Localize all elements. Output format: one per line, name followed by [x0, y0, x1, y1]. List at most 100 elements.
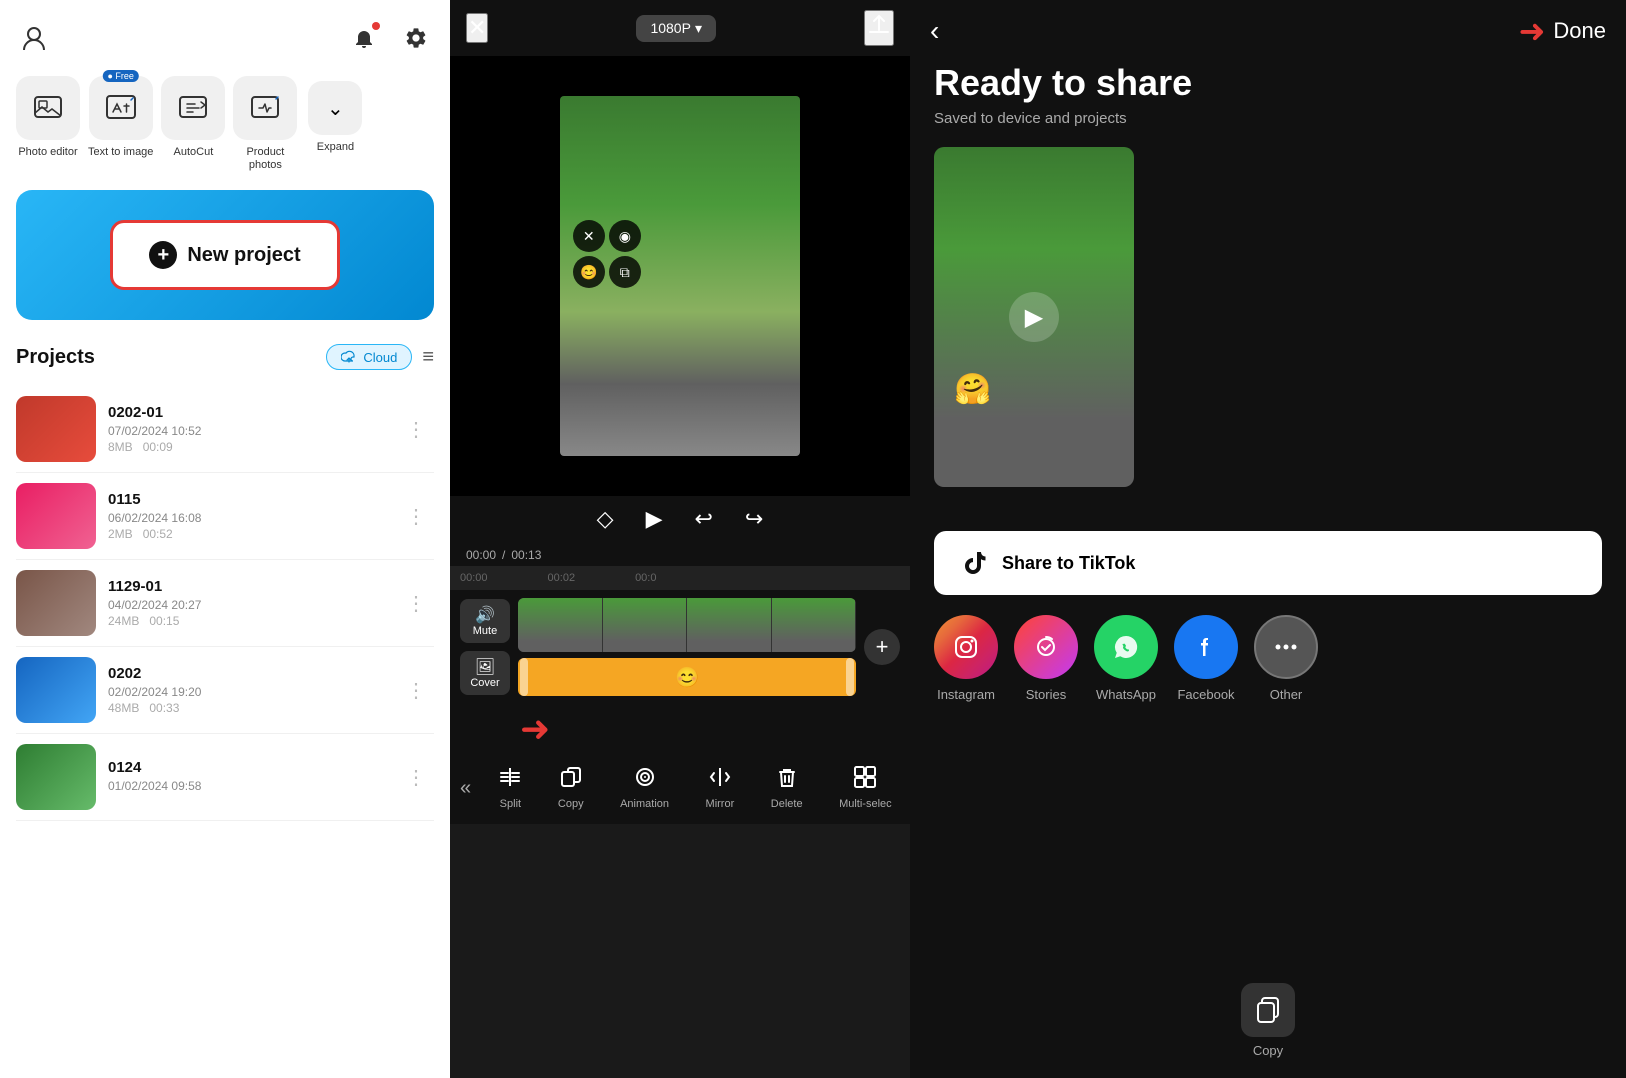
timeline-ruler: 00:00 00:02 00:0: [450, 566, 910, 590]
frame-thumb: [772, 598, 857, 652]
cover-button[interactable]: 🖼 Cover: [460, 651, 510, 695]
cloud-button[interactable]: Cloud: [326, 344, 412, 370]
preview-play-button[interactable]: ▶: [1009, 292, 1059, 342]
list-item[interactable]: 1129-01 04/02/2024 20:27 24MB 00:15 ⋮: [16, 560, 434, 647]
editor-panel: ✕ 1080P ▾ ✕ ◉ 😊 ⧉ ◇ ▶ ↩ ↪: [450, 0, 910, 1078]
projects-actions: Cloud ≡: [326, 344, 434, 370]
emoji-close-btn[interactable]: ✕: [573, 220, 605, 252]
preview-thumbnail: ▶ 🤗: [934, 147, 1134, 487]
share-whatsapp[interactable]: WhatsApp: [1094, 615, 1158, 702]
list-item[interactable]: 0202 02/02/2024 19:20 48MB 00:33 ⋮: [16, 647, 434, 734]
animation-icon: [634, 766, 656, 794]
split-tool[interactable]: Split: [499, 766, 521, 810]
project-date: 06/02/2024 16:08: [108, 511, 386, 525]
tool-photo-editor[interactable]: Photo editor: [16, 76, 80, 159]
delete-tool[interactable]: Delete: [771, 766, 803, 810]
multiselect-label: Multi-selec: [839, 798, 892, 810]
project-more-icon[interactable]: ⋮: [398, 674, 434, 707]
mirror-tool[interactable]: Mirror: [706, 766, 735, 810]
tiktok-label: Share to TikTok: [1002, 553, 1135, 574]
share-facebook[interactable]: Facebook: [1174, 615, 1238, 702]
emoji-track-sticker: 😊: [675, 665, 700, 690]
track-handle-left[interactable]: [520, 658, 528, 696]
undo-button[interactable]: ↩: [694, 506, 712, 532]
editor-toolbar: « Split: [450, 756, 910, 824]
project-meta: 48MB 00:33: [108, 701, 386, 715]
projects-header: Projects Cloud ≡: [16, 344, 434, 370]
project-name: 1129-01: [108, 578, 386, 595]
project-more-icon[interactable]: ⋮: [398, 587, 434, 620]
resolution-selector[interactable]: 1080P ▾: [636, 15, 716, 42]
copy-tool[interactable]: Copy: [558, 766, 584, 810]
export-button[interactable]: [864, 10, 894, 46]
new-project-label: New project: [187, 244, 300, 267]
project-thumbnail: [16, 744, 96, 810]
add-track-button[interactable]: +: [864, 629, 900, 665]
list-item[interactable]: 0115 06/02/2024 16:08 2MB 00:52 ⋮: [16, 473, 434, 560]
share-instagram[interactable]: Instagram: [934, 615, 998, 702]
delete-label: Delete: [771, 798, 803, 810]
done-button[interactable]: Done: [1553, 18, 1606, 44]
stories-label: Stories: [1026, 687, 1066, 702]
copy-label: Copy: [1253, 1043, 1283, 1058]
settings-icon[interactable]: [398, 20, 434, 56]
tool-autocut[interactable]: AutoCut: [161, 76, 225, 159]
done-arrow: ➜: [1519, 12, 1546, 50]
list-item[interactable]: 0124 01/02/2024 09:58 ⋮: [16, 734, 434, 821]
play-button[interactable]: ▶: [646, 506, 663, 532]
sort-icon[interactable]: ≡: [422, 346, 434, 369]
user-icon[interactable]: [16, 20, 52, 56]
mute-button[interactable]: 🔊 Mute: [460, 599, 510, 643]
mirror-label: Mirror: [706, 798, 735, 810]
animation-tool[interactable]: Animation: [620, 766, 669, 810]
emoji-copy-btn[interactable]: ⧉: [609, 256, 641, 288]
instagram-icon: [934, 615, 998, 679]
redo-button[interactable]: ↪: [745, 506, 763, 532]
ready-title: Ready to share: [934, 62, 1602, 104]
editor-close-button[interactable]: ✕: [466, 13, 488, 43]
project-list: 0202-01 07/02/2024 10:52 8MB 00:09 ⋮ 011…: [16, 386, 434, 1078]
share-icons-row: Instagram Stories: [934, 615, 1602, 702]
track-handle-right[interactable]: [846, 658, 854, 696]
list-item[interactable]: 0202-01 07/02/2024 10:52 8MB 00:09 ⋮: [16, 386, 434, 473]
copy-button[interactable]: Copy: [1241, 983, 1295, 1058]
video-track[interactable]: [518, 598, 856, 652]
emoji-sticker-btn[interactable]: 😊: [573, 256, 605, 288]
tool-expand-label: Expand: [317, 141, 354, 154]
project-more-icon[interactable]: ⋮: [398, 500, 434, 533]
total-time: 00:13: [511, 548, 541, 562]
toolbar-collapse-button[interactable]: «: [450, 777, 481, 800]
share-other[interactable]: Other: [1254, 615, 1318, 702]
tool-autocut-label: AutoCut: [174, 146, 214, 159]
left-panel: Photo editor ● Free Text to image: [0, 0, 450, 1078]
multiselect-icon: [854, 766, 876, 794]
share-tiktok-button[interactable]: Share to TikTok: [934, 531, 1602, 595]
emoji-record-btn[interactable]: ◉: [609, 220, 641, 252]
project-more-icon[interactable]: ⋮: [398, 413, 434, 446]
tool-product-photos[interactable]: Productphotos: [233, 76, 297, 172]
stories-icon: [1014, 615, 1078, 679]
new-project-button[interactable]: + New project: [110, 220, 339, 290]
project-info: 1129-01 04/02/2024 20:27 24MB 00:15: [108, 578, 386, 628]
frame-thumb: [518, 598, 603, 652]
share-panel: ‹ ➜ Done Ready to share Saved to device …: [910, 0, 1626, 1078]
notification-bell[interactable]: [346, 20, 382, 56]
tool-text-to-image[interactable]: ● Free Text to image: [88, 76, 153, 159]
diamond-button[interactable]: ◇: [597, 506, 614, 532]
share-stories[interactable]: Stories: [1014, 615, 1078, 702]
expand-icon[interactable]: ⌄: [308, 81, 362, 135]
emoji-track[interactable]: 😊: [518, 658, 856, 696]
back-button[interactable]: ‹: [930, 15, 939, 47]
tool-expand[interactable]: ⌄ Expand: [305, 76, 365, 154]
multiselect-tool[interactable]: Multi-selec: [839, 766, 892, 810]
right-content: Ready to share Saved to device and proje…: [910, 62, 1626, 967]
arrow-container: ➜: [450, 704, 910, 756]
toolbar-tools: Split Copy: [481, 766, 910, 810]
project-thumbnail: [16, 570, 96, 636]
emoji-controls: ✕ ◉ 😊 ⧉: [573, 220, 653, 288]
project-name: 0124: [108, 759, 386, 776]
instagram-label: Instagram: [937, 687, 995, 702]
project-thumbnail: [16, 396, 96, 462]
editor-header: ✕ 1080P ▾: [450, 0, 910, 56]
project-more-icon[interactable]: ⋮: [398, 761, 434, 794]
